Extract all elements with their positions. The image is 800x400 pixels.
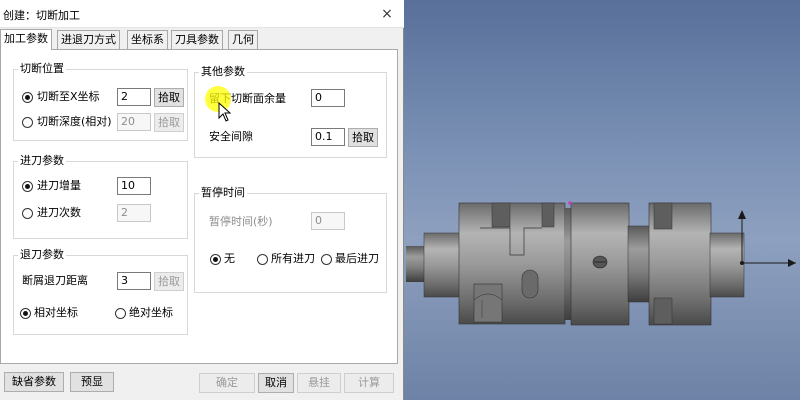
retract-params-title: 退刀参数 [18, 248, 66, 262]
cut-to-x-label: 切断至X坐标 [37, 90, 100, 103]
relative-coord-label: 相对坐标 [34, 306, 78, 319]
dwell-all-feeds-label: 所有进刀 [271, 252, 315, 265]
tab-content-panel: 切断位置 切断至X坐标 2 拾取 切断深度(相对) 20 拾取 进刀参数 进刀增… [0, 49, 398, 364]
default-params-button[interactable]: 缺省参数 [4, 372, 64, 392]
cutoff-dialog: 创建：切断加工 × 加工参数 进退刀方式 坐标系 刀具参数 几何 切断位置 切断… [0, 0, 404, 400]
cut-depth-label: 切断深度(相对) [37, 115, 112, 128]
3d-viewport[interactable] [404, 0, 800, 400]
tab-approach-retract[interactable]: 进退刀方式 [57, 30, 120, 49]
tab-geometry[interactable]: 几何 [228, 30, 258, 49]
dwell-none-radio[interactable] [210, 254, 221, 265]
workpiece-model [406, 201, 796, 326]
safety-clearance-input[interactable]: 0.1 [311, 128, 345, 146]
retract-params-group: 退刀参数 [13, 248, 188, 335]
window-title: 创建：切断加工 [3, 9, 80, 22]
relative-coord-radio[interactable] [20, 308, 31, 319]
dwell-time-title: 暂停时间 [199, 186, 247, 200]
feed-increment-input[interactable]: 10 [117, 177, 151, 195]
title-bar[interactable]: 创建：切断加工 × [0, 0, 404, 28]
chip-break-distance-label: 断屑退刀距离 [22, 274, 88, 287]
dwell-seconds-input[interactable]: 0 [311, 212, 345, 230]
feed-count-input[interactable]: 2 [117, 204, 151, 222]
dwell-seconds-label: 暂停时间(秒) [209, 215, 273, 228]
cancel-button[interactable]: 取消 [258, 373, 294, 393]
feed-increment-radio[interactable] [22, 181, 33, 192]
cut-depth-pick-button[interactable]: 拾取 [154, 113, 184, 132]
mouse-cursor-icon [218, 102, 232, 122]
tab-coordinate-system[interactable]: 坐标系 [127, 30, 168, 49]
dwell-last-feed-label: 最后进刀 [335, 252, 379, 265]
tab-tool-params[interactable]: 刀具参数 [171, 30, 223, 49]
dwell-last-feed-radio[interactable] [321, 254, 332, 265]
cut-to-x-radio[interactable] [22, 92, 33, 103]
tab-machining-params[interactable]: 加工参数 [0, 29, 52, 50]
cut-position-title: 切断位置 [18, 62, 66, 76]
preview-button[interactable]: 预显 [70, 372, 114, 392]
feed-count-radio[interactable] [22, 208, 33, 219]
remaining-allowance-input[interactable]: 0 [311, 89, 345, 107]
cut-depth-input[interactable]: 20 [117, 113, 151, 131]
dwell-time-group: 暂停时间 [194, 186, 387, 293]
chip-break-pick-button[interactable]: 拾取 [154, 272, 184, 291]
safety-clearance-pick-button[interactable]: 拾取 [348, 128, 378, 147]
absolute-coord-radio[interactable] [115, 308, 126, 319]
suspend-button[interactable]: 悬挂 [297, 373, 341, 393]
other-params-title: 其他参数 [199, 65, 247, 79]
feed-increment-label: 进刀增量 [37, 179, 81, 192]
feed-count-label: 进刀次数 [37, 206, 81, 219]
calculate-button[interactable]: 计算 [344, 373, 394, 393]
ok-button[interactable]: 确定 [199, 373, 255, 393]
safety-clearance-label: 安全间隙 [209, 130, 253, 143]
close-button[interactable]: × [376, 3, 398, 25]
dwell-all-feeds-radio[interactable] [257, 254, 268, 265]
cut-to-x-pick-button[interactable]: 拾取 [154, 88, 184, 107]
chip-break-distance-input[interactable]: 3 [117, 272, 151, 290]
feed-params-title: 进刀参数 [18, 154, 66, 168]
absolute-coord-label: 绝对坐标 [129, 306, 173, 319]
feed-params-group: 进刀参数 [13, 154, 188, 239]
cut-depth-radio[interactable] [22, 117, 33, 128]
cut-to-x-input[interactable]: 2 [117, 88, 151, 106]
dwell-none-label: 无 [224, 252, 235, 265]
